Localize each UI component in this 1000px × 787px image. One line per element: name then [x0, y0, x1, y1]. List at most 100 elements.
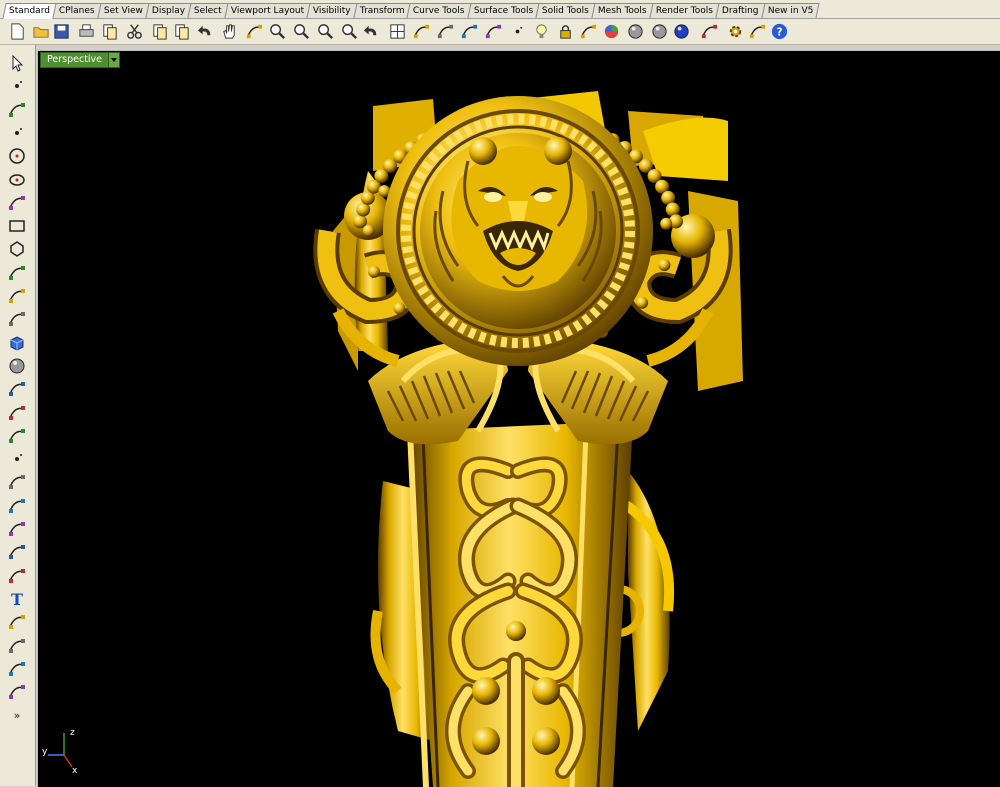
render-color-icon[interactable]: [602, 22, 621, 41]
points-on-icon[interactable]: [508, 22, 527, 41]
tab-viewport-layout[interactable]: Viewport Layout: [223, 3, 311, 18]
render-icon[interactable]: [7, 682, 27, 702]
undo-icon[interactable]: [196, 22, 215, 41]
undo-view-icon[interactable]: [362, 22, 381, 41]
lock-icon[interactable]: [556, 22, 575, 41]
svg-text:?: ?: [776, 26, 782, 38]
tab-curve-tools[interactable]: Curve Tools: [406, 3, 472, 18]
dimension-icon[interactable]: [7, 472, 27, 492]
grid-snap-icon[interactable]: [7, 612, 27, 632]
curve-points-icon[interactable]: [7, 123, 27, 143]
rendered-gold-ring-model: [313, 91, 743, 787]
tab-drafting[interactable]: Drafting: [715, 3, 766, 18]
rendered-sphere-icon[interactable]: [650, 22, 669, 41]
shaded-sphere-icon[interactable]: [626, 22, 645, 41]
show-objects-icon[interactable]: [436, 22, 455, 41]
transform-icon[interactable]: [7, 426, 27, 446]
tab-label: Mesh Tools: [598, 6, 647, 16]
select-arrow-icon[interactable]: [7, 53, 27, 73]
tab-set-view[interactable]: Set View: [97, 3, 150, 18]
tab-label: CPlanes: [58, 6, 95, 16]
surface-corner-icon[interactable]: [7, 286, 27, 306]
light-bulb-icon[interactable]: [532, 22, 551, 41]
curve-tools-icon[interactable]: [7, 263, 27, 283]
rectangle-icon[interactable]: [7, 216, 27, 236]
array-icon[interactable]: [7, 636, 27, 656]
curve-from-object-icon[interactable]: [7, 566, 27, 586]
text-object-icon[interactable]: T: [7, 589, 27, 609]
ellipse-icon[interactable]: [7, 170, 27, 190]
solid-box-icon[interactable]: [7, 333, 27, 353]
gear-settings-icon[interactable]: [726, 22, 745, 41]
tab-label: Render Tools: [655, 6, 713, 16]
bead-ornament: [660, 217, 673, 230]
print-icon[interactable]: [77, 22, 96, 41]
blue-sphere-icon[interactable]: [672, 22, 691, 41]
viewport-menu-dropdown-icon[interactable]: [108, 53, 120, 67]
options-icon[interactable]: [412, 22, 431, 41]
surface-patch-icon[interactable]: [7, 379, 27, 399]
axis-z-label: z: [70, 728, 75, 738]
analyze-icon[interactable]: [7, 659, 27, 679]
tab-label: New in V5: [767, 6, 814, 16]
zoom-icon[interactable]: [268, 22, 287, 41]
zoom-extents-icon[interactable]: [316, 22, 335, 41]
paste-icon[interactable]: [172, 22, 191, 41]
cut-icon[interactable]: [125, 22, 144, 41]
tab-surface-tools[interactable]: Surface Tools: [467, 3, 540, 18]
tab-visibility[interactable]: Visibility: [306, 3, 358, 18]
perspective-viewport[interactable]: Perspective z y x: [37, 50, 1000, 787]
more-icon[interactable]: »: [7, 705, 27, 725]
join-icon[interactable]: [7, 519, 27, 539]
polygon-icon[interactable]: [7, 239, 27, 259]
tab-standard[interactable]: Standard: [2, 3, 57, 19]
zoom-window-icon[interactable]: [292, 22, 311, 41]
bead-ornament: [636, 296, 649, 309]
four-viewports-icon[interactable]: [388, 22, 407, 41]
new-document-icon[interactable]: [8, 22, 27, 41]
polyline-icon[interactable]: [7, 100, 27, 120]
surface-extrude-icon[interactable]: [7, 309, 27, 329]
standard-toolbar: ?: [0, 19, 1000, 45]
pan-hand-icon[interactable]: [220, 22, 239, 41]
arc-icon[interactable]: [7, 193, 27, 213]
object-properties-icon[interactable]: [484, 22, 503, 41]
viewport-title-tab[interactable]: Perspective: [40, 52, 121, 68]
fillet-icon[interactable]: [7, 542, 27, 562]
solid-sphere-icon[interactable]: [7, 356, 27, 376]
tab-solid-tools[interactable]: Solid Tools: [535, 3, 596, 18]
rotate-view-icon[interactable]: [245, 22, 264, 41]
render-spotlight-icon[interactable]: [700, 22, 719, 41]
point-icon[interactable]: [7, 76, 27, 96]
tab-label: Surface Tools: [473, 6, 534, 16]
bead-ornament: [665, 202, 680, 217]
tab-select[interactable]: Select: [187, 3, 229, 18]
tab-label: Set View: [103, 6, 143, 16]
tab-cplanes[interactable]: CPlanes: [52, 3, 102, 18]
mesh-icon[interactable]: [7, 403, 27, 423]
zoom-selected-icon[interactable]: [340, 22, 359, 41]
save-icon[interactable]: [52, 22, 71, 41]
layer-icon[interactable]: [579, 22, 598, 41]
main-left-toolbar: T»: [0, 45, 36, 786]
tab-display[interactable]: Display: [145, 3, 192, 18]
copy-icon[interactable]: [150, 22, 169, 41]
world-axes-icon: z y x: [42, 728, 78, 773]
analysis-icon[interactable]: [748, 22, 767, 41]
bead-ornament: [362, 224, 375, 237]
import-icon[interactable]: [100, 22, 119, 41]
viewport-title: Perspective: [47, 54, 103, 65]
svg-text:T: T: [11, 590, 23, 609]
tab-render-tools[interactable]: Render Tools: [649, 3, 720, 18]
tab-new-in-v5[interactable]: New in V5: [761, 3, 820, 18]
bead-ornament: [368, 265, 380, 278]
tab-label: Display: [151, 6, 185, 16]
tab-mesh-tools[interactable]: Mesh Tools: [591, 3, 654, 18]
hide-objects-icon[interactable]: [460, 22, 479, 41]
point-editing-icon[interactable]: [7, 449, 27, 469]
tab-transform[interactable]: Transform: [352, 3, 411, 18]
open-folder-icon[interactable]: [32, 22, 51, 41]
group-icon[interactable]: [7, 496, 27, 516]
circle-icon[interactable]: [7, 146, 27, 166]
help-icon[interactable]: ?: [770, 22, 789, 41]
